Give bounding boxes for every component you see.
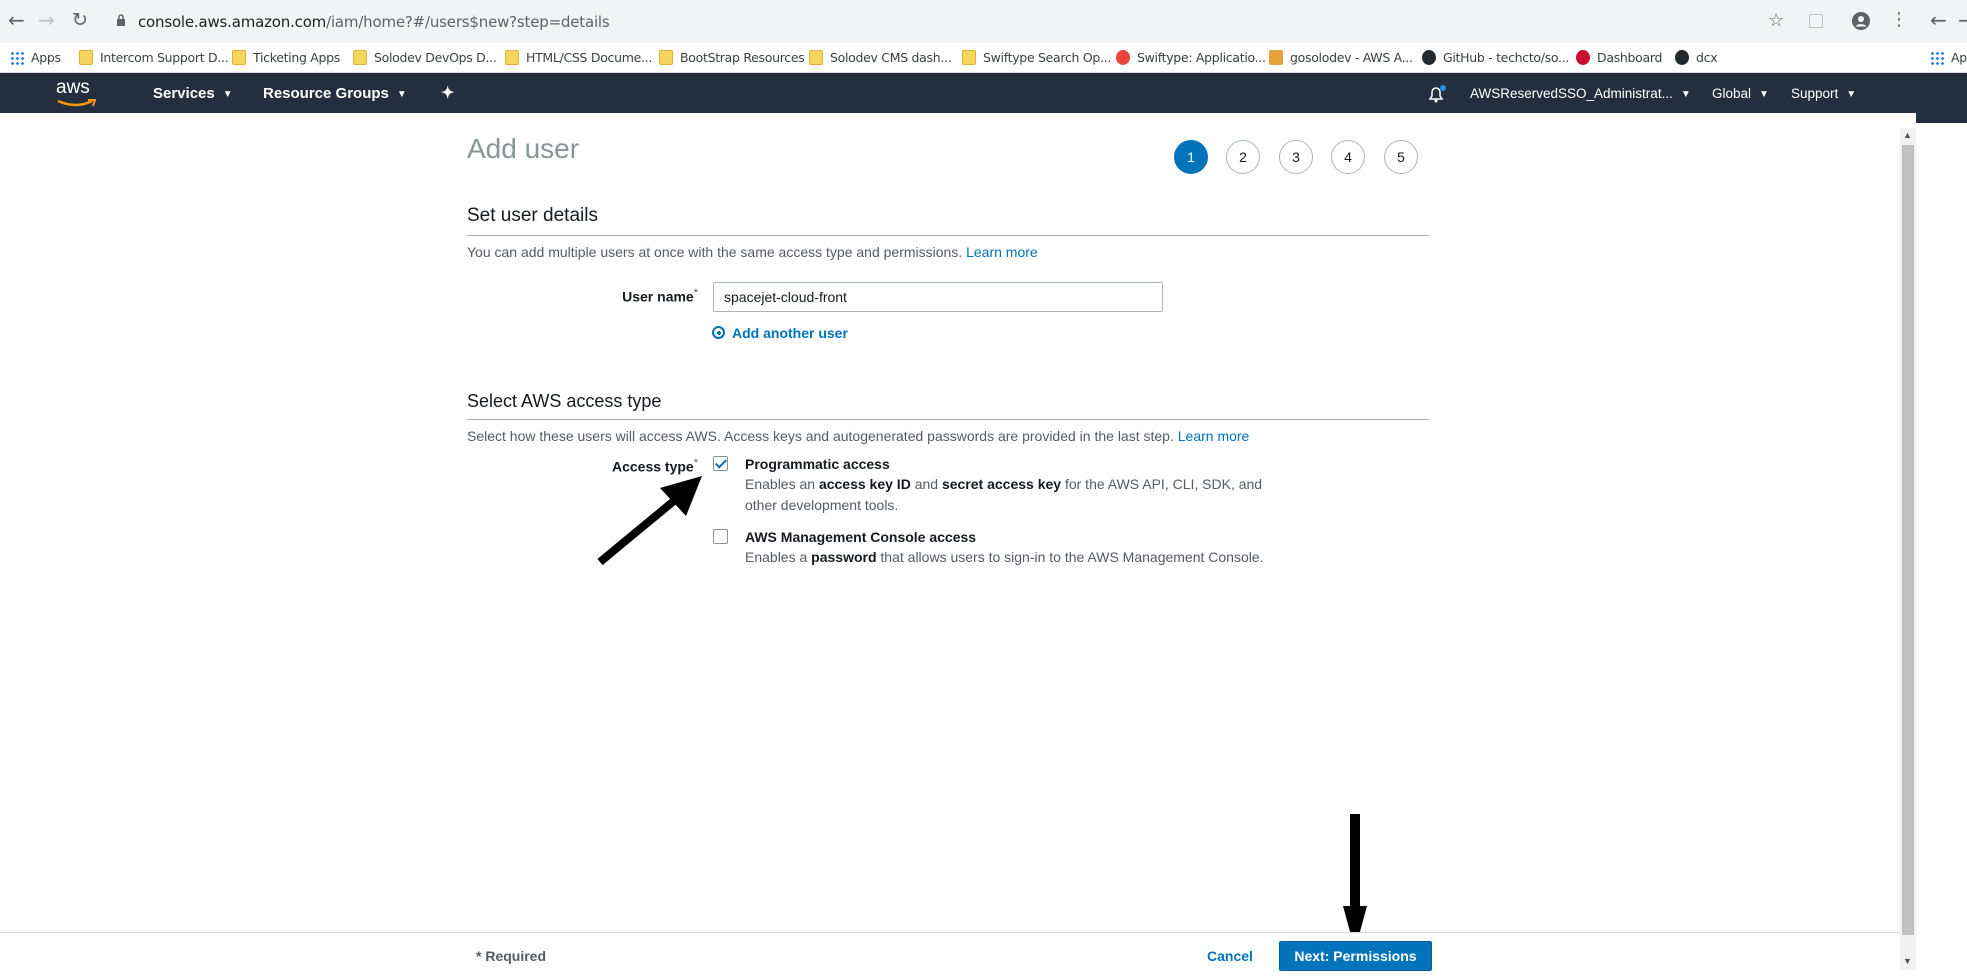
chevron-down-icon: ▼ [396, 89, 407, 100]
browser-toolbar: ← → ↻ console.aws.amazon.com/iam/home?#/… [0, 0, 1967, 43]
bookmark-gosolodev[interactable]: gosolodev - AWS A... [1269, 50, 1413, 65]
gear-red-icon [1576, 50, 1590, 65]
annotation-arrow-icon [597, 476, 702, 566]
scroll-down-icon[interactable]: ▼ [1903, 956, 1912, 966]
resource-groups-menu[interactable]: Resource Groups ▼ [263, 85, 407, 102]
lock-icon [117, 14, 125, 26]
bookmark-swiftype-app[interactable]: Swiftype: Applicatio... [1116, 50, 1266, 65]
step-5[interactable]: 5 [1384, 140, 1418, 174]
forward-arrow-icon-2[interactable]: → [1958, 10, 1967, 30]
bookmark-dcx[interactable]: dcx [1675, 50, 1718, 65]
bookmark-htmlcss[interactable]: HTML/CSS Docume... [505, 50, 652, 65]
nav-edge [1916, 113, 1967, 123]
access-type-heading: Select AWS access type [467, 391, 662, 411]
username-label: User name* [622, 287, 698, 305]
chevron-down-icon: ▼ [1759, 89, 1769, 100]
reload-icon[interactable]: ↻ [72, 10, 88, 30]
details-description: You can add multiple users at once with … [467, 244, 1038, 260]
aws-smile-icon [57, 99, 97, 107]
bookmark-cms[interactable]: Solodev CMS dash... [809, 50, 952, 65]
back-arrow-icon[interactable]: ← [8, 10, 25, 30]
username-input[interactable] [713, 282, 1163, 312]
wizard-footer [0, 932, 1900, 980]
folder-icon [659, 50, 673, 65]
bookmark-bootstrap[interactable]: BootStrap Resources [659, 50, 805, 65]
pin-icon[interactable]: ✦ [441, 83, 454, 103]
github-icon [1422, 50, 1436, 65]
add-another-user-button[interactable]: Add another user [712, 325, 848, 341]
services-menu[interactable]: Services ▼ [153, 85, 233, 102]
programmatic-access-checkbox[interactable] [713, 456, 728, 471]
learn-more-link[interactable]: Learn more [966, 244, 1038, 260]
apps-grid-icon [1930, 51, 1944, 65]
url-text[interactable]: console.aws.amazon.com/iam/home?#/users$… [138, 13, 610, 31]
annotation-arrow-down-icon [1343, 814, 1367, 950]
region-menu[interactable]: Global ▼ [1712, 86, 1769, 101]
step-3[interactable]: 3 [1279, 140, 1313, 174]
folder-icon [232, 50, 246, 65]
section-divider-2 [467, 419, 1429, 420]
step-2[interactable]: 2 [1226, 140, 1260, 174]
chevron-down-icon: ▼ [1680, 89, 1691, 100]
programmatic-access-description: Enables an access key ID and secret acce… [745, 476, 1263, 513]
bookmark-intercom[interactable]: Intercom Support D... [79, 50, 229, 65]
bookmark-ticketing[interactable]: Ticketing Apps [232, 50, 340, 65]
access-description: Select how these users will access AWS. … [467, 428, 1250, 444]
console-access-description: Enables a password that allows users to … [745, 549, 1264, 565]
folder-icon [809, 50, 823, 65]
aws-logo[interactable]: aws [54, 77, 100, 109]
section-divider [467, 235, 1429, 236]
aws-box-icon [1269, 50, 1283, 65]
required-note: * Required [476, 948, 547, 964]
forward-arrow-icon[interactable]: → [38, 10, 55, 30]
set-user-details-heading: Set user details [467, 205, 598, 226]
learn-more-link-2[interactable]: Learn more [1178, 428, 1250, 444]
scrollbar-thumb[interactable] [1902, 145, 1914, 935]
bell-icon[interactable] [1426, 85, 1446, 103]
bookmark-swiftype-search[interactable]: Swiftype Search Op... [962, 50, 1111, 65]
bookmark-github-techcto[interactable]: GitHub - techcto/so... [1422, 50, 1569, 65]
scroll-up-icon[interactable]: ▲ [1903, 130, 1912, 140]
folder-icon [962, 50, 976, 65]
extension-icon[interactable] [1809, 14, 1823, 28]
console-access-checkbox[interactable] [713, 529, 728, 544]
cancel-button[interactable]: Cancel [1190, 941, 1270, 971]
plus-circle-icon [712, 326, 725, 339]
swiftype-icon [1116, 50, 1130, 65]
chevron-down-icon: ▼ [222, 89, 233, 100]
folder-icon [353, 50, 367, 65]
support-menu[interactable]: Support ▼ [1791, 86, 1856, 101]
bookmark-devops[interactable]: Solodev DevOps D... [353, 50, 497, 65]
menu-kebab-icon[interactable]: ⋮ [1890, 10, 1908, 30]
aws-nav-bar: aws Services ▼ Resource Groups ▼ ✦ AWSRese… [0, 73, 1967, 113]
profile-icon[interactable] [1852, 12, 1870, 30]
next-permissions-button[interactable]: Next: Permissions [1279, 941, 1432, 971]
back-arrow-icon-2[interactable]: ← [1930, 10, 1947, 30]
step-4[interactable]: 4 [1331, 140, 1365, 174]
page-title: Add user [467, 133, 580, 164]
console-access-title: AWS Management Console access [745, 529, 977, 545]
folder-icon [505, 50, 519, 65]
account-menu[interactable]: AWSReservedSSO_Administrat... ▼ [1470, 86, 1691, 101]
apps-grid-icon [10, 51, 24, 65]
github-icon [1675, 50, 1689, 65]
bookmark-apps[interactable]: Apps [10, 50, 61, 65]
programmatic-access-title: Programmatic access [745, 456, 890, 472]
bookmark-apps-2[interactable]: Ap [1930, 50, 1967, 65]
step-1[interactable]: 1 [1174, 140, 1208, 174]
chevron-down-icon: ▼ [1846, 89, 1857, 100]
bookmark-dashboard[interactable]: Dashboard [1576, 50, 1662, 65]
folder-icon [79, 50, 93, 65]
star-icon[interactable]: ☆ [1768, 11, 1784, 31]
bookmarks-bar: Apps Intercom Support D... Ticketing App… [0, 43, 1967, 73]
